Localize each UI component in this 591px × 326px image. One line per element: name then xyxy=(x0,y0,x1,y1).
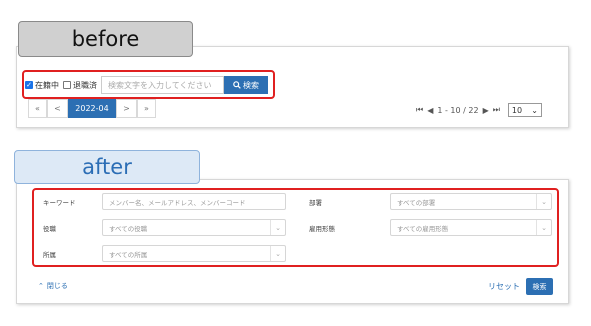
search-button-after[interactable]: 検索 xyxy=(526,278,553,295)
highlight-before xyxy=(22,70,275,99)
pager-last-button[interactable]: » xyxy=(137,99,156,118)
per-page-select[interactable]: 10 ⌄ xyxy=(507,103,542,117)
pager-first-button[interactable]: « xyxy=(28,99,47,118)
chevron-down-icon: ⌄ xyxy=(531,105,538,115)
chevron-up-icon: ⌃ xyxy=(38,282,44,290)
close-filters-link[interactable]: ⌃ 閉じる xyxy=(38,281,68,291)
pager-prev-button[interactable]: < xyxy=(47,99,68,118)
page-range: 1 - 10 / 22 xyxy=(437,105,479,115)
highlight-after xyxy=(32,188,559,267)
first-page-icon[interactable]: ⏮ xyxy=(416,105,423,115)
last-page-icon[interactable]: ⏭ xyxy=(493,105,500,115)
pager-next-button[interactable]: > xyxy=(116,99,137,118)
month-pager: « < 2022-04 > » xyxy=(28,99,156,118)
pager-current-month[interactable]: 2022-04 xyxy=(68,99,116,118)
close-filters-label: 閉じる xyxy=(46,282,68,290)
next-page-icon[interactable]: ▶ xyxy=(483,106,489,115)
prev-page-icon[interactable]: ◀ xyxy=(427,106,433,115)
per-page-value: 10 xyxy=(511,105,523,115)
after-title: after xyxy=(14,150,200,184)
pagination: ⏮ ◀ 1 - 10 / 22 ▶ ⏭ 10 ⌄ xyxy=(416,102,542,118)
before-title: before xyxy=(18,21,193,57)
reset-button[interactable]: リセット xyxy=(488,281,520,292)
